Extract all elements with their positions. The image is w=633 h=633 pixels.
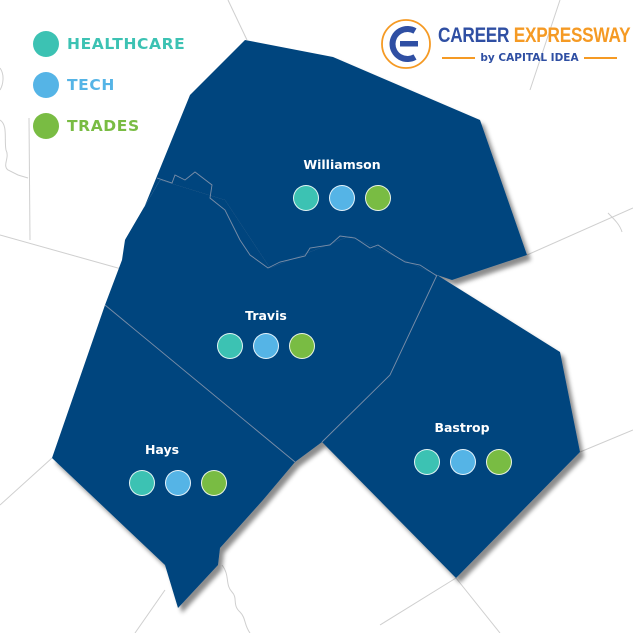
tech-dot-icon: [253, 333, 279, 359]
county-label-travis: Travis: [245, 308, 287, 323]
career-expressway-logo: CAREER EXPRESSWAY by CAPITAL IDEA: [380, 18, 631, 74]
tech-dot-icon: [450, 449, 476, 475]
tagline-rule-right: [583, 57, 618, 59]
healthcare-dot-icon: [414, 449, 440, 475]
bg-line: [134, 589, 166, 633]
bg-line: [0, 457, 53, 506]
bg-line: [0, 67, 4, 91]
bg-line: [579, 429, 633, 453]
logo-tagline: by CAPITAL IDEA: [442, 52, 618, 64]
county-label-hays: Hays: [144, 442, 180, 457]
legend-label: TRADES: [67, 117, 140, 135]
bg-line: [455, 577, 501, 633]
bg-line: [526, 207, 633, 256]
bg-line: [0, 234, 126, 271]
logo-wordmark: CAREER EXPRESSWAY: [438, 24, 631, 48]
logo-word-expressway: EXPRESSWAY: [513, 24, 631, 47]
legend-item-trades: TRADES: [33, 112, 185, 140]
tech-dot-icon: [33, 72, 59, 98]
bg-line: [227, 0, 248, 41]
trades-dot-icon: [201, 470, 227, 496]
trades-dot-icon: [33, 113, 59, 139]
legend-item-healthcare: HEALTHCARE: [33, 30, 185, 58]
legend-label: HEALTHCARE: [67, 35, 186, 53]
county-label-williamson: Williamson: [303, 157, 381, 172]
sector-dots-travis: [217, 333, 315, 359]
trades-dot-icon: [289, 333, 315, 359]
bg-line: [0, 119, 29, 179]
letter-e-circle-icon: [381, 19, 431, 69]
trades-dot-icon: [486, 449, 512, 475]
trades-dot-icon: [365, 185, 391, 211]
legend: HEALTHCARE TECH TRADES: [33, 30, 185, 153]
bg-line: [28, 117, 31, 241]
legend-item-tech: TECH: [33, 71, 185, 99]
healthcare-dot-icon: [217, 333, 243, 359]
logo-word-career: CAREER: [438, 24, 510, 47]
healthcare-dot-icon: [33, 31, 59, 57]
tagline-rule-left: [442, 57, 476, 59]
tech-dot-icon: [165, 470, 191, 496]
sector-dots-williamson: [293, 185, 391, 211]
healthcare-dot-icon: [293, 185, 319, 211]
bg-line: [221, 564, 251, 633]
county-label-bastrop: Bastrop: [434, 420, 490, 435]
sector-dots-bastrop: [414, 449, 512, 475]
tagline-text: by CAPITAL IDEA: [480, 52, 579, 64]
sector-dots-hays: [129, 470, 227, 496]
legend-label: TECH: [67, 76, 115, 94]
healthcare-dot-icon: [129, 470, 155, 496]
tech-dot-icon: [329, 185, 355, 211]
bg-line: [379, 577, 457, 626]
